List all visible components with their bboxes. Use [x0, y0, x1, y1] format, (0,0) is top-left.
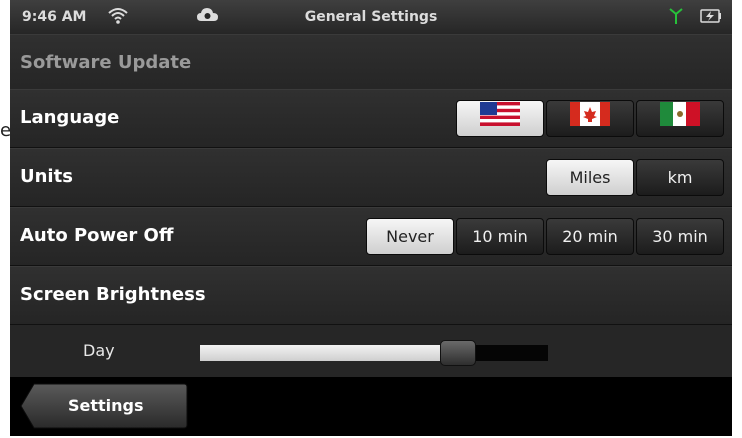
brightness-day-label: Day	[83, 341, 115, 360]
language-row: Language	[10, 89, 732, 148]
screen-brightness-label: Screen Brightness	[20, 284, 206, 305]
software-update-row[interactable]: Software Update	[10, 34, 732, 93]
device-screen: 9:46 AM General Settings Software Update…	[10, 0, 732, 436]
status-bar: 9:46 AM General Settings	[10, 0, 732, 34]
units-row: Units Miles km	[10, 148, 732, 207]
language-option-canada[interactable]	[546, 100, 634, 137]
software-update-label: Software Update	[20, 52, 192, 73]
settings-back-button[interactable]: Settings	[20, 383, 188, 429]
antenna-icon	[668, 6, 684, 30]
power-off-option-10-min[interactable]: 10 min	[456, 218, 544, 255]
status-title: General Settings	[304, 9, 438, 25]
screen-brightness-row: Screen Brightness	[10, 266, 732, 325]
power-off-option-30-min[interactable]: 30 min	[636, 218, 724, 255]
units-label: Units	[20, 166, 73, 187]
language-label: Language	[20, 107, 120, 128]
bottom-bar: Settings	[10, 377, 732, 436]
brightness-slider-thumb[interactable]	[440, 340, 476, 366]
language-option-mexico[interactable]	[636, 100, 724, 137]
power-off-option-20-min[interactable]: 20 min	[546, 218, 634, 255]
units-option-km[interactable]: km	[636, 159, 724, 196]
mexico-flag-icon	[660, 101, 700, 138]
auto-power-off-row: Auto Power Off Never 10 min 20 min 30 mi…	[10, 207, 732, 266]
us-flag-icon	[480, 101, 520, 138]
brightness-slider-track[interactable]	[200, 340, 548, 366]
battery-charging-icon	[700, 9, 722, 27]
auto-power-off-label: Auto Power Off	[20, 225, 174, 246]
settings-back-label: Settings	[68, 396, 144, 415]
language-option-us[interactable]	[456, 100, 544, 137]
units-option-miles[interactable]: Miles	[546, 159, 634, 196]
brightness-slider-row: Day	[10, 325, 732, 377]
canada-flag-icon	[570, 101, 610, 138]
brightness-slider-fill	[200, 345, 458, 361]
power-off-option-never[interactable]: Never	[366, 218, 454, 255]
